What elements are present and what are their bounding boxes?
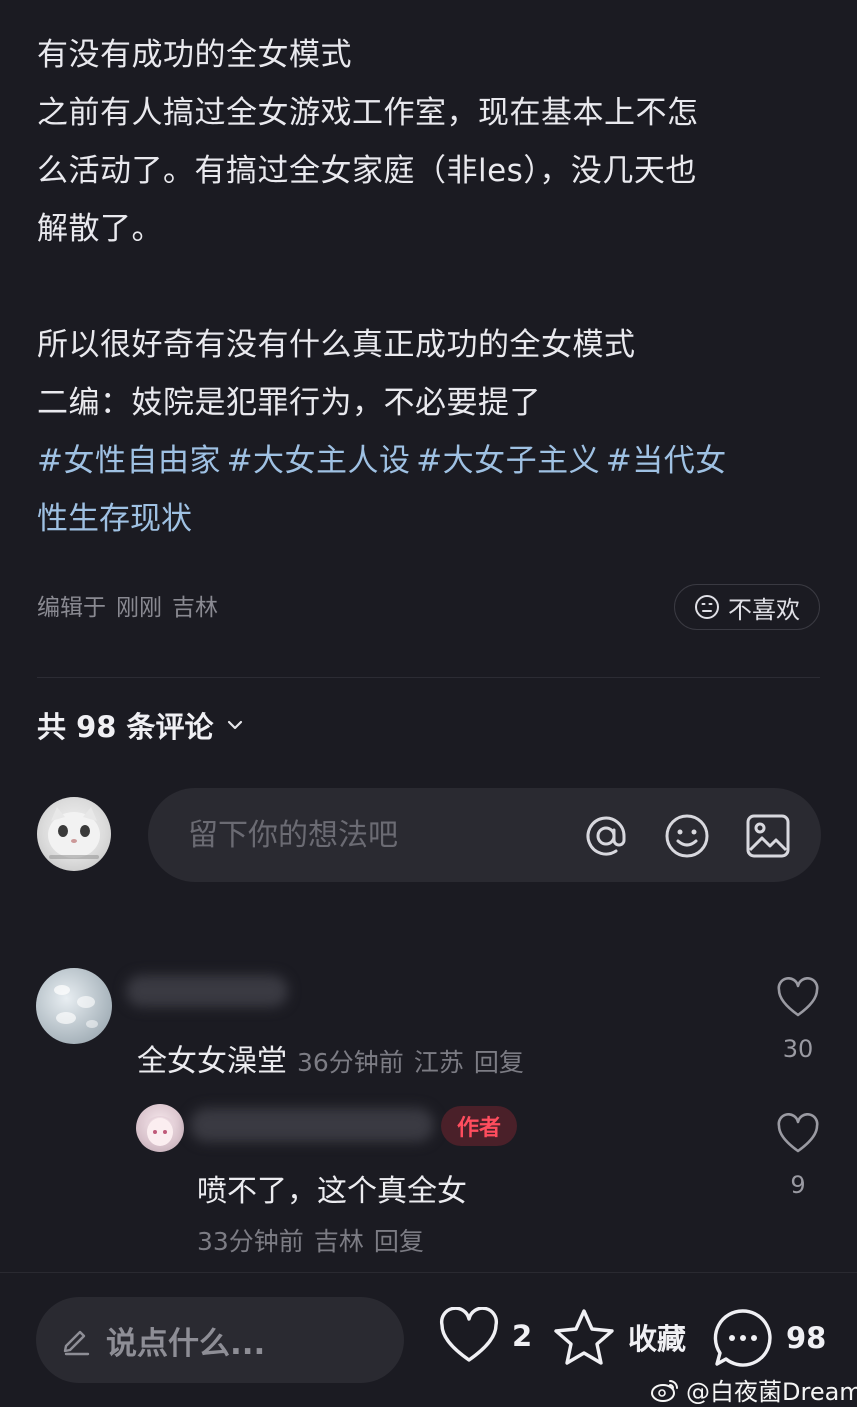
chevron-down-icon	[227, 720, 242, 730]
dislike-label: 不喜欢	[728, 595, 800, 624]
hashtag[interactable]: #当代女	[606, 443, 727, 479]
anime-avatar-image	[144, 1116, 176, 1146]
comment-location: 江苏	[413, 1048, 464, 1077]
reply-text: 喷不了，这个真全女	[197, 1174, 467, 1209]
watermark-text: @白夜菌Dream	[686, 1378, 857, 1406]
author-badge: 作者	[441, 1106, 517, 1146]
my-avatar[interactable]	[37, 797, 111, 871]
hashtag[interactable]: #大女子主义	[416, 443, 600, 479]
weibo-watermark: @白夜菌Dream	[650, 1372, 857, 1407]
post-meta: 编辑于 刚刚 吉林	[37, 588, 228, 622]
author-avatar[interactable]	[136, 1104, 184, 1152]
collect-button[interactable]: 收藏	[552, 1307, 686, 1367]
comment-count-label: 共 98 条评论	[37, 710, 214, 744]
post-location: 吉林	[172, 595, 218, 621]
comment-time: 36分钟前	[297, 1048, 404, 1077]
heart-icon[interactable]	[776, 1113, 820, 1155]
post-body: 有没有成功的全女模式 之前有人搞过全女游戏工作室，现在基本上不怎 么活动了。有搞…	[37, 26, 827, 548]
hashtag-continuation[interactable]: 性生存现状	[37, 490, 827, 548]
commenter-name-blurred[interactable]	[126, 975, 288, 1007]
post-title: 有没有成功的全女模式	[37, 37, 352, 73]
post-line: 之前有人搞过全女游戏工作室，现在基本上不怎	[37, 95, 699, 131]
say-something-placeholder: 说点什么...	[106, 1325, 266, 1362]
post-line: 所以很好奇有没有什么真正成功的全女模式	[37, 327, 636, 363]
collect-label: 收藏	[628, 1322, 687, 1356]
image-icon[interactable]	[744, 812, 792, 860]
comment-text: 全女女澡堂	[137, 1044, 287, 1079]
weibo-logo-icon	[651, 1379, 678, 1402]
like-button[interactable]: 2	[438, 1307, 532, 1365]
like-count: 2	[512, 1319, 533, 1353]
post-line: 么活动了。有搞过全女家庭（非les），没几天也	[37, 153, 697, 189]
author-name-blurred[interactable]	[190, 1108, 434, 1142]
divider	[37, 677, 820, 678]
frown-face-icon	[695, 595, 719, 619]
heart-icon	[439, 1307, 499, 1362]
comment-meta: 36分钟前 江苏 回复	[297, 1048, 534, 1077]
comment-like-count: 30	[782, 1035, 814, 1063]
post-line: 二编：妓院是犯罪行为，不必要提了	[37, 385, 541, 421]
cat-avatar-image	[48, 807, 100, 859]
hashtag[interactable]: #大女主人设	[227, 443, 411, 479]
reply-like-count: 9	[790, 1171, 806, 1199]
reply-meta: 33分钟前 吉林 回复	[197, 1222, 434, 1258]
post-line: 解散了。	[37, 211, 163, 247]
comment-input-box[interactable]	[148, 788, 821, 882]
say-something-input[interactable]: 说点什么...	[36, 1297, 404, 1383]
heart-icon[interactable]	[776, 977, 820, 1019]
emoji-icon[interactable]	[663, 812, 711, 860]
comment-count-header[interactable]: 共 98 条评论	[37, 704, 246, 746]
comment-content: 全女女澡堂 36分钟前 江苏 回复	[137, 1036, 534, 1080]
comment-reply-button[interactable]: 回复	[474, 1048, 524, 1077]
dislike-button[interactable]: 不喜欢	[674, 584, 820, 630]
commenter-avatar[interactable]	[36, 968, 112, 1044]
comment-total-count: 98	[786, 1321, 827, 1355]
comment-button[interactable]: 98	[712, 1307, 826, 1369]
comment-input[interactable]	[186, 816, 570, 854]
star-icon	[554, 1309, 614, 1365]
comment-bubble-icon	[713, 1309, 772, 1367]
water-drops-image	[54, 985, 98, 1028]
edited-label: 编辑于	[37, 595, 106, 621]
reply-time: 33分钟前	[197, 1227, 304, 1256]
edited-time: 刚刚	[116, 595, 162, 621]
reply-location: 吉林	[313, 1227, 364, 1256]
hashtag[interactable]: #女性自由家	[37, 443, 221, 479]
reply-reply-button[interactable]: 回复	[374, 1227, 424, 1256]
at-mention-icon[interactable]	[582, 812, 630, 860]
post-tags: #女性自由家 #大女主人设 #大女子主义 #当代女	[37, 432, 827, 490]
pencil-icon	[63, 1330, 90, 1356]
